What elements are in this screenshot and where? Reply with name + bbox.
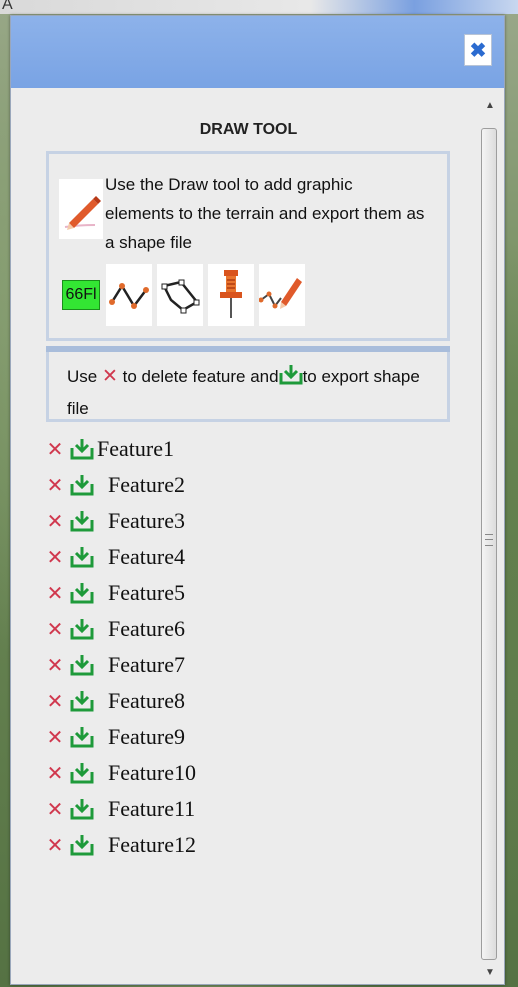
feature-row: ✕ Feature4: [46, 539, 466, 575]
polygon-icon: [161, 279, 200, 314]
polyline-tool-button[interactable]: [106, 264, 152, 326]
feature-list: ✕ Feature1 ✕ Feature2 ✕ Feature3 ✕ Feature4 ✕ Fea…: [46, 431, 466, 863]
feature-row: ✕ Feature8: [46, 683, 466, 719]
intro-box: Use the Draw tool to add graphic element…: [46, 151, 450, 341]
export-feature-icon[interactable]: [70, 761, 94, 785]
close-icon: ✖: [469, 39, 487, 62]
export-feature-icon[interactable]: [70, 797, 94, 821]
panel-header[interactable]: ✖: [11, 16, 504, 88]
export-feature-icon[interactable]: [70, 509, 94, 533]
tool-bar: 66Fl: [61, 264, 305, 326]
text-label-icon: 66Fl: [62, 280, 100, 310]
export-feature-icon[interactable]: [70, 545, 94, 569]
feature-name[interactable]: Feature2: [108, 472, 185, 498]
scroll-thumb[interactable]: [481, 128, 497, 960]
export-feature-icon[interactable]: [70, 689, 94, 713]
delete-feature-icon[interactable]: ✕: [46, 653, 64, 678]
label-tool-text: 66Fl: [65, 286, 97, 303]
label-tool-button[interactable]: 66Fl: [61, 264, 101, 326]
close-button[interactable]: ✖: [464, 34, 492, 66]
feature-row: ✕ Feature9: [46, 719, 466, 755]
feature-name[interactable]: Feature7: [108, 652, 185, 678]
scroll-up-arrow-icon[interactable]: ▲: [483, 98, 497, 112]
delete-feature-icon[interactable]: ✕: [46, 473, 64, 498]
feature-row: ✕ Feature12: [46, 827, 466, 863]
polygon-tool-button[interactable]: [157, 264, 203, 326]
feature-name[interactable]: Feature11: [108, 796, 195, 822]
feature-name[interactable]: Feature5: [108, 580, 185, 606]
vertical-scrollbar[interactable]: ▲ ▼: [479, 96, 501, 981]
feature-name[interactable]: Feature4: [108, 544, 185, 570]
delete-feature-icon[interactable]: ✕: [46, 725, 64, 750]
intro-text: Use the Draw tool to add graphic element…: [105, 175, 425, 252]
export-feature-icon[interactable]: [70, 653, 94, 677]
feature-name[interactable]: Feature8: [108, 688, 185, 714]
export-feature-icon[interactable]: [70, 581, 94, 605]
feature-row: ✕ Feature3: [46, 503, 466, 539]
feature-row: ✕ Feature7: [46, 647, 466, 683]
delete-feature-icon[interactable]: ✕: [46, 617, 64, 642]
feature-name[interactable]: Feature1: [97, 436, 174, 462]
feature-row: ✕ Feature5: [46, 575, 466, 611]
feature-row: ✕ Feature6: [46, 611, 466, 647]
delete-feature-icon[interactable]: ✕: [46, 581, 64, 606]
feature-row: ✕ Feature10: [46, 755, 466, 791]
pushpin-icon: [220, 270, 242, 318]
feature-name[interactable]: Feature6: [108, 616, 185, 642]
placemark-tool-button[interactable]: [208, 264, 254, 326]
help-text-part2: to delete feature and: [117, 367, 279, 386]
draw-tool-panel: ✖ ▲ ▼ DRAW TOOL Use the Draw tool to add…: [10, 15, 505, 985]
delete-feature-icon[interactable]: ✕: [46, 761, 64, 786]
top-strip: A: [0, 0, 518, 14]
panel-title: DRAW TOOL: [199, 121, 298, 138]
help-box: Use ✕ to delete feature and to export sha…: [46, 352, 450, 422]
delete-legend-icon: ✕: [101, 366, 118, 387]
delete-feature-icon[interactable]: ✕: [46, 509, 64, 534]
export-feature-icon[interactable]: [70, 833, 94, 857]
feature-name[interactable]: Feature9: [108, 724, 185, 750]
export-legend-icon: [279, 363, 303, 394]
freehand-pencil-icon: [259, 278, 302, 309]
feature-row: ✕ Feature1: [46, 431, 466, 467]
scroll-down-arrow-icon[interactable]: ▼: [483, 965, 497, 979]
feature-row: ✕ Feature2: [46, 467, 466, 503]
help-text-part1: Use: [67, 367, 102, 386]
feature-name[interactable]: Feature12: [108, 832, 196, 858]
help-text: Use ✕ to delete feature and to export sha…: [67, 362, 437, 423]
feature-name[interactable]: Feature10: [108, 760, 196, 786]
export-feature-icon[interactable]: [70, 437, 94, 461]
delete-feature-icon[interactable]: ✕: [46, 833, 64, 858]
feature-row: ✕ Feature11: [46, 791, 466, 827]
export-feature-icon[interactable]: [70, 473, 94, 497]
export-feature-icon[interactable]: [70, 725, 94, 749]
export-feature-icon[interactable]: [70, 617, 94, 641]
pencil-icon: [59, 179, 103, 239]
delete-feature-icon[interactable]: ✕: [46, 437, 64, 462]
freehand-tool-button[interactable]: [259, 264, 305, 326]
delete-feature-icon[interactable]: ✕: [46, 797, 64, 822]
delete-feature-icon[interactable]: ✕: [46, 545, 64, 570]
polyline-icon: [109, 283, 149, 309]
scroll-grip-icon: [485, 534, 493, 546]
delete-feature-icon[interactable]: ✕: [46, 689, 64, 714]
background-text: A: [2, 0, 13, 13]
feature-name[interactable]: Feature3: [108, 508, 185, 534]
